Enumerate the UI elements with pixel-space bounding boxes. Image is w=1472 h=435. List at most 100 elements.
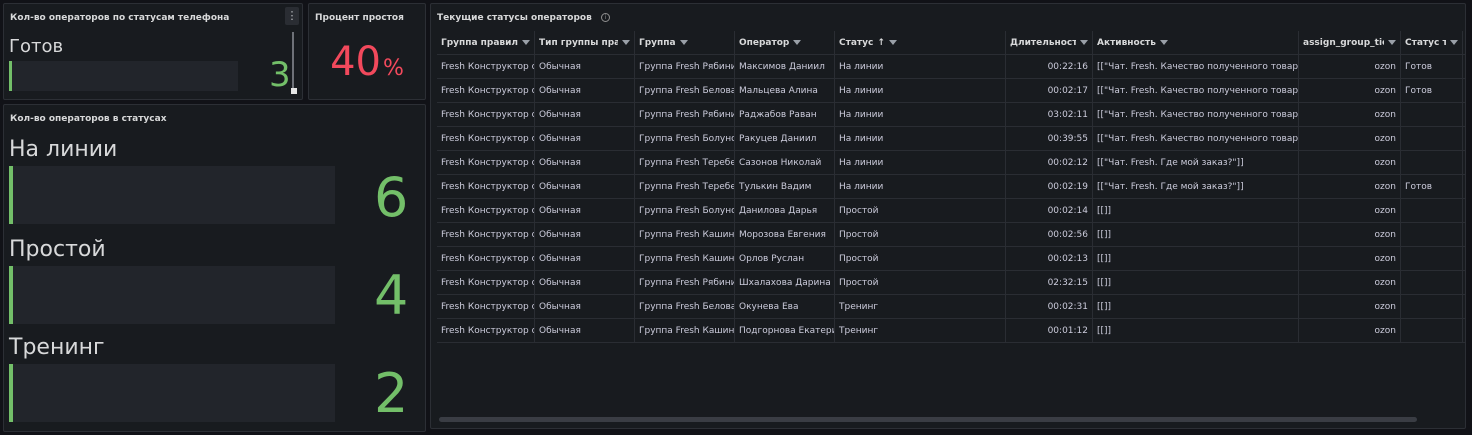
column-header[interactable]: Активность	[1093, 31, 1299, 54]
column-header[interactable]: assign_group_ticket	[1299, 31, 1401, 54]
stat-label-idle: Простой	[9, 237, 106, 262]
table-cell: На линии	[835, 127, 1006, 150]
stat-value: 3	[269, 55, 291, 95]
stat-bar-fill	[9, 266, 13, 324]
column-header[interactable]: Тип группы правил	[535, 31, 635, 54]
sort-asc-icon[interactable]: ↑	[877, 38, 885, 48]
table-cell: 00:01:12	[1006, 319, 1093, 342]
column-header-label: Статус телефона	[1405, 37, 1446, 48]
table-cell: Группа Fresh Белова	[635, 295, 735, 318]
resize-handle[interactable]	[291, 88, 297, 94]
filter-icon[interactable]	[622, 40, 630, 45]
table-cell: На линии	[835, 55, 1006, 78]
column-header-label: Группа	[639, 37, 676, 48]
filter-icon[interactable]	[888, 40, 897, 45]
table-cell: ozon	[1299, 79, 1401, 102]
filter-icon[interactable]	[1450, 40, 1458, 45]
table-cell: 00:02:14	[1006, 199, 1093, 222]
table-cell: Подгорнова Екатерина	[735, 319, 835, 342]
table-row[interactable]: Fresh Конструктор операторовОбычнаяГрупп…	[437, 223, 1465, 247]
table-cell: Fresh Конструктор операторов	[437, 151, 535, 174]
column-header[interactable]: Группа правил	[437, 31, 535, 54]
table-cell	[1401, 151, 1463, 174]
filter-icon[interactable]	[1080, 40, 1088, 45]
column-header[interactable]: Статус ↑	[835, 31, 1006, 54]
table-cell: 00:02:31	[1006, 295, 1093, 318]
horizontal-scrollbar[interactable]	[439, 417, 1417, 422]
table-cell: Группа Fresh Теребенина	[635, 175, 735, 198]
table-cell: Тренинг	[835, 319, 1006, 342]
table-row[interactable]: Fresh Конструктор операторовОбычнаяГрупп…	[437, 271, 1465, 295]
table-cell: Fresh Конструктор операторов	[437, 199, 535, 222]
filter-icon[interactable]	[1388, 40, 1396, 45]
panel-title: Процент простоя	[315, 13, 404, 23]
kebab-menu-icon[interactable]: ⋮	[285, 7, 299, 25]
table-cell: Мальцева Алина	[735, 79, 835, 102]
table-cell	[1401, 247, 1463, 270]
table-cell: Морозова Евгения	[735, 223, 835, 246]
table-cell: На линии	[835, 103, 1006, 126]
column-header-label: Статус	[839, 37, 874, 48]
table-cell: Ракуцев Даниил	[735, 127, 835, 150]
table-row[interactable]: Fresh Конструктор операторовОбычнаяГрупп…	[437, 199, 1465, 223]
table-row[interactable]: Fresh Конструктор операторовОбычнаяГрупп…	[437, 247, 1465, 271]
filter-icon[interactable]	[679, 40, 688, 45]
column-header[interactable]: Статус телефона	[1401, 31, 1463, 54]
table-cell: ozon	[1299, 55, 1401, 78]
stat-value-idle: 4	[374, 264, 409, 327]
table-cell: [[]]	[1093, 271, 1299, 294]
table-cell: Простой	[835, 223, 1006, 246]
table-row[interactable]: Fresh Конструктор операторовОбычнаяГрупп…	[437, 103, 1465, 127]
vertical-scrollbar[interactable]	[292, 32, 294, 94]
table-row[interactable]: Fresh Конструктор операторовОбычнаяГрупп…	[437, 151, 1465, 175]
column-header[interactable]: Оператор	[735, 31, 835, 54]
table-cell: Готов	[1401, 175, 1463, 198]
column-header[interactable]: Длительность	[1006, 31, 1093, 54]
column-header-label: Группа правил	[441, 37, 518, 48]
table-cell: 02:32:15	[1006, 271, 1093, 294]
table-cell: [[]]	[1093, 223, 1299, 246]
table-cell: Обычная	[535, 295, 635, 318]
filter-icon[interactable]	[793, 40, 802, 45]
table-row[interactable]: Fresh Конструктор операторовОбычнаяГрупп…	[437, 319, 1465, 343]
info-icon[interactable]: i	[600, 13, 610, 22]
filter-icon[interactable]	[522, 40, 530, 45]
panel-title: Кол-во операторов по статусам телефона	[10, 13, 230, 23]
table-cell: ozon	[1299, 295, 1401, 318]
table-cell: На линии	[835, 79, 1006, 102]
stat-bar-training	[9, 364, 335, 422]
table-cell: [["Чат. Fresh. Качество полученного това…	[1093, 55, 1299, 78]
filter-icon[interactable]	[1159, 40, 1168, 45]
table-cell: Сазонов Николай	[735, 151, 835, 174]
column-header[interactable]: Группа	[635, 31, 735, 54]
table-row[interactable]: Fresh Конструктор операторовОбычнаяГрупп…	[437, 55, 1465, 79]
table-row[interactable]: Fresh Конструктор операторовОбычнаяГрупп…	[437, 127, 1465, 151]
table-cell: Готов	[1401, 79, 1463, 102]
table-row[interactable]: Fresh Конструктор операторовОбычнаяГрупп…	[437, 79, 1465, 103]
table-cell: 00:02:19	[1006, 175, 1093, 198]
table-row[interactable]: Fresh Конструктор операторовОбычнаяГрупп…	[437, 295, 1465, 319]
table-cell: [["Чат. Fresh. Качество полученного това…	[1093, 103, 1299, 126]
table-cell: Окунева Ева	[735, 295, 835, 318]
table-cell: На линии	[835, 175, 1006, 198]
stat-value-online: 6	[374, 166, 409, 229]
table-row[interactable]: Fresh Конструктор операторовОбычнаяГрупп…	[437, 175, 1465, 199]
column-header-label: Активность	[1097, 37, 1156, 48]
column-header-label: assign_group_ticket	[1303, 37, 1384, 48]
panel-title: Текущие статусы операторов i	[437, 13, 610, 23]
table-cell: 00:02:56	[1006, 223, 1093, 246]
table-cell: [["Чат. Fresh. Где мой заказ?"]]	[1093, 175, 1299, 198]
table-cell	[1401, 127, 1463, 150]
table-cell: Простой	[835, 271, 1006, 294]
table-cell: Обычная	[535, 247, 635, 270]
table-cell: ozon	[1299, 199, 1401, 222]
stat-label-training: Тренинг	[9, 335, 105, 360]
table-cell: 03:02:11	[1006, 103, 1093, 126]
stat-label: Готов	[9, 36, 64, 57]
table-cell: [[]]	[1093, 247, 1299, 270]
table-cell: Обычная	[535, 127, 635, 150]
table-cell	[1401, 295, 1463, 318]
table-cell: ozon	[1299, 271, 1401, 294]
table-cell: ozon	[1299, 127, 1401, 150]
table-cell	[1401, 199, 1463, 222]
